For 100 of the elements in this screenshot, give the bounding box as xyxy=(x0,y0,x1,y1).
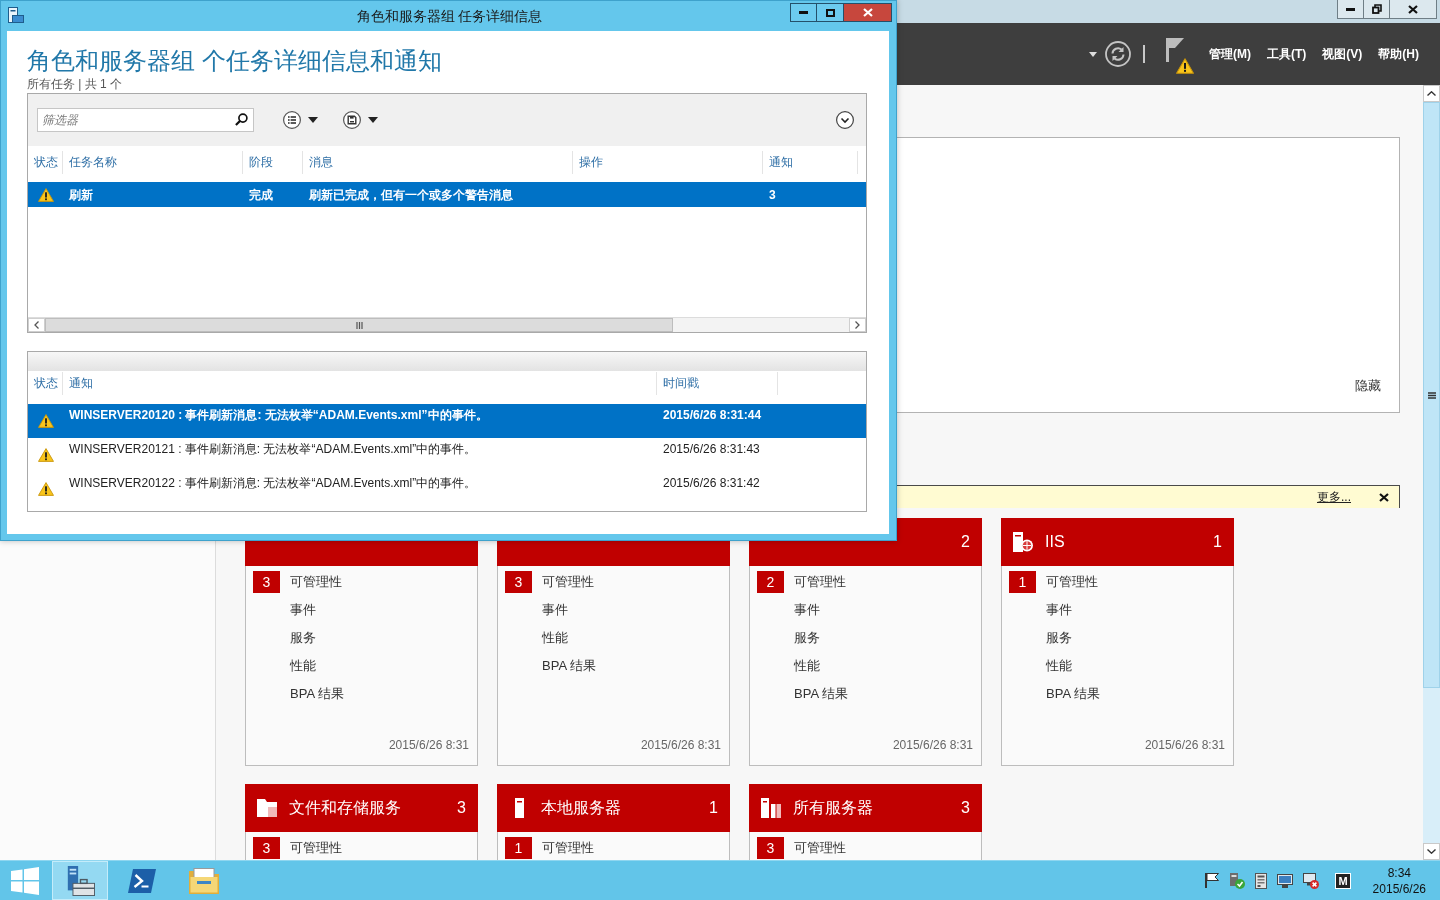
tile-link[interactable]: 可管理性 xyxy=(542,573,594,591)
scrollbar-thumb[interactable] xyxy=(45,318,673,332)
tile-link[interactable]: 服务 xyxy=(794,629,820,647)
minimize-button[interactable] xyxy=(1337,0,1364,19)
tile-link[interactable]: 可管理性 xyxy=(542,839,594,857)
notification-row[interactable]: WINSERVER20121 : 事件刷新消息: 无法枚举“ADAM.Events.xml”中的事件。 2015/6/26 8:31:43 xyxy=(28,438,866,472)
more-link[interactable]: 更多... xyxy=(1317,488,1351,506)
tile-link[interactable]: 可管理性 xyxy=(290,573,342,591)
column-header[interactable]: 通知 xyxy=(63,372,657,395)
tile-link[interactable]: 性能 xyxy=(290,657,316,675)
column-header[interactable]: 时间戳 xyxy=(657,372,778,395)
close-button[interactable] xyxy=(1390,0,1437,19)
notification-row[interactable]: WINSERVER20120 : 事件刷新消息: 无法枚举“ADAM.Events.xml”中的事件。 2015/6/26 8:31:44 xyxy=(28,404,866,438)
alert-count-badge: 3 xyxy=(253,571,280,593)
scrollbar-thumb[interactable] xyxy=(1423,102,1440,688)
column-header[interactable]: 阶段 xyxy=(243,151,303,174)
menu-item[interactable]: 视图(V) xyxy=(1322,45,1363,63)
tile-link[interactable]: 事件 xyxy=(1046,601,1072,619)
refresh-icon[interactable] xyxy=(1105,41,1131,67)
tile-link[interactable]: BPA 结果 xyxy=(1046,685,1100,703)
minimize-button[interactable] xyxy=(790,3,817,22)
hide-link[interactable]: 隐藏 xyxy=(1355,377,1381,395)
menu-item[interactable]: 管理(M) xyxy=(1209,45,1251,63)
table-cell-text: 2015/6/26 8:31:44 xyxy=(662,407,763,423)
minimize-icon xyxy=(1346,7,1355,11)
alert-count-badge: 1 xyxy=(1009,571,1036,593)
task-row[interactable]: 刷新 完成 刷新已完成，但有一个或多个警告消息 3 xyxy=(28,182,866,207)
menu-item[interactable]: 帮助(H) xyxy=(1378,45,1419,63)
tile-timestamp: 2015/6/26 8:31 xyxy=(1144,738,1226,754)
tile-count: 1 xyxy=(1213,533,1222,551)
list-icon xyxy=(283,111,301,129)
tile-link[interactable]: BPA 结果 xyxy=(542,657,596,675)
scroll-down-button[interactable] xyxy=(1423,843,1440,860)
warning-icon xyxy=(38,448,54,462)
tile-link[interactable]: 可管理性 xyxy=(290,839,342,857)
warning-icon xyxy=(38,414,54,428)
tile-link[interactable]: 服务 xyxy=(290,629,316,647)
close-button[interactable] xyxy=(844,3,892,22)
expand-icon[interactable] xyxy=(836,111,854,129)
tile-link[interactable]: 性能 xyxy=(542,629,568,647)
input-method-indicator[interactable]: M xyxy=(1335,872,1351,889)
save-icon xyxy=(343,111,361,129)
flag-icon[interactable] xyxy=(1205,873,1220,888)
taskbar-app-button[interactable] xyxy=(52,861,108,900)
warning-icon xyxy=(38,187,54,202)
tile-link[interactable]: 可管理性 xyxy=(1046,573,1098,591)
clock-date[interactable]: 2015/6/26 xyxy=(1372,880,1426,897)
warning-icon xyxy=(38,482,54,496)
tile-link[interactable]: 事件 xyxy=(794,601,820,619)
caret-icon[interactable] xyxy=(1089,51,1097,57)
column-header[interactable]: 任务名称 xyxy=(63,151,243,174)
tile-link[interactable]: 可管理性 xyxy=(794,573,846,591)
scroll-up-button[interactable] xyxy=(1423,85,1440,102)
view-options-button[interactable] xyxy=(283,111,318,129)
alert-count-badge: 1 xyxy=(505,837,532,859)
table-cell-text: 刷新已完成，但有一个或多个警告消息 xyxy=(308,186,514,203)
close-icon xyxy=(862,8,873,17)
close-icon xyxy=(1408,4,1418,14)
scroll-right-button[interactable] xyxy=(849,318,866,332)
search-icon[interactable] xyxy=(235,113,248,126)
table-cell-text: 完成 xyxy=(248,186,274,203)
server-icon[interactable] xyxy=(1255,872,1268,889)
server-globe-icon xyxy=(1013,532,1033,552)
menu-item[interactable]: 工具(T) xyxy=(1267,45,1307,63)
tile-timestamp: 2015/6/26 8:31 xyxy=(640,738,722,754)
tile-link[interactable]: 事件 xyxy=(542,601,568,619)
computer-check-icon[interactable] xyxy=(1229,872,1246,889)
tile-count: 1 xyxy=(709,799,718,817)
tile-link[interactable]: 事件 xyxy=(290,601,316,619)
notifications-button[interactable] xyxy=(1166,38,1196,76)
column-header[interactable]: 消息 xyxy=(303,151,573,174)
caret-icon xyxy=(308,117,318,123)
tile-title[interactable]: 本地服务器 xyxy=(541,797,710,819)
notification-row[interactable]: WINSERVER20122 : 事件刷新消息: 无法枚举“ADAM.Events.xml”中的事件。 2015/6/26 8:31:42 xyxy=(28,472,866,506)
tile-title[interactable]: 文件和存储服务 xyxy=(289,797,458,819)
save-query-button[interactable] xyxy=(343,111,378,129)
tile-title[interactable]: 所有服务器 xyxy=(793,797,962,819)
column-header[interactable]: 状态 xyxy=(28,151,63,174)
column-header[interactable]: 通知 xyxy=(763,151,858,174)
filter-field[interactable]: 筛选器 xyxy=(37,108,254,132)
maximize-button[interactable] xyxy=(817,3,844,22)
monitor-icon[interactable] xyxy=(1277,873,1294,888)
scroll-left-button[interactable] xyxy=(28,318,45,332)
restore-button[interactable] xyxy=(1364,0,1390,19)
tile-title[interactable]: IIS xyxy=(1045,533,1214,551)
column-header[interactable]: 操作 xyxy=(573,151,763,174)
network-error-icon[interactable] xyxy=(1303,872,1320,889)
server-toolbox-icon xyxy=(65,865,95,896)
tile-link[interactable]: BPA 结果 xyxy=(794,685,848,703)
folder-icon xyxy=(257,799,277,817)
close-icon[interactable] xyxy=(1379,492,1389,502)
tile-link[interactable]: 服务 xyxy=(1046,629,1072,647)
table-cell-text: WINSERVER20122 : 事件刷新消息: 无法枚举“ADAM.Events.xml”中的事件。 xyxy=(68,475,478,491)
tile-link[interactable]: 性能 xyxy=(794,657,820,675)
tile-link[interactable]: 性能 xyxy=(1046,657,1072,675)
tile-link[interactable]: 可管理性 xyxy=(794,839,846,857)
clock-time[interactable]: 8:34 xyxy=(1387,864,1411,881)
tile-link[interactable]: BPA 结果 xyxy=(290,685,344,703)
column-header[interactable]: 状态 xyxy=(28,372,63,395)
table-cell-text: 2015/6/26 8:31:42 xyxy=(662,475,761,491)
